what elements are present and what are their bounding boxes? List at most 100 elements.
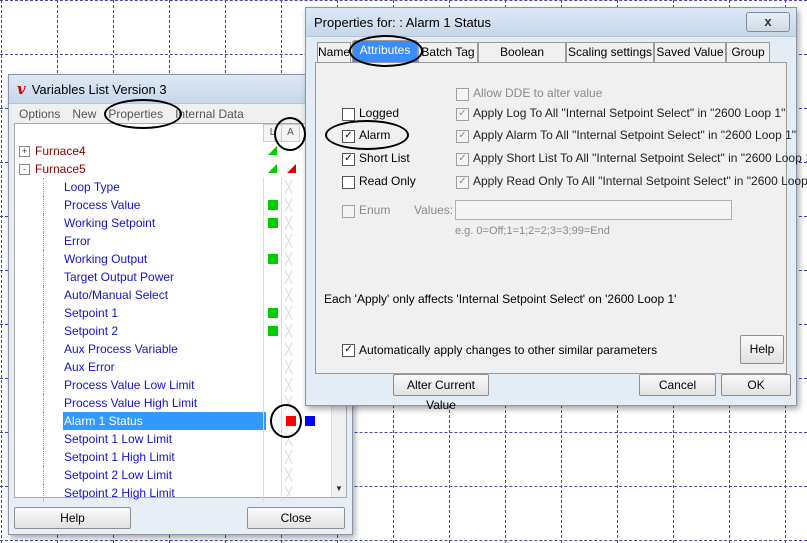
alarm-cell[interactable]: ╳ <box>281 358 299 376</box>
logged-cell[interactable] <box>263 376 281 394</box>
allow-dde-checkbox[interactable] <box>456 88 469 101</box>
unset-x-icon: ╳ <box>285 378 293 392</box>
logged-cell[interactable] <box>263 358 281 376</box>
logged-cell[interactable] <box>263 196 281 214</box>
tree-parent-item[interactable]: - Furnace5 <box>15 160 331 178</box>
help-button[interactable]: Help <box>14 507 131 529</box>
logged-cell[interactable] <box>263 268 281 286</box>
tree-parent-item[interactable]: + Furnace4 <box>15 142 331 160</box>
alarm-cell[interactable]: ╳ <box>281 178 299 196</box>
alarm-cell[interactable]: ╳ <box>281 448 299 466</box>
tree-connector <box>43 394 44 412</box>
tree-item[interactable]: Process Value Low Limit ╳ <box>15 376 331 394</box>
alarm-cell[interactable]: ╳ <box>281 286 299 304</box>
tab-saved-value[interactable]: Saved Value <box>654 42 726 62</box>
attr-label: Read Only <box>359 174 416 188</box>
values-input[interactable] <box>455 200 732 220</box>
ok-button[interactable]: OK <box>721 374 791 396</box>
variables-titlebar[interactable]: v Variables List Version 3 <box>9 75 352 104</box>
close-window-button[interactable]: x <box>746 12 790 32</box>
alter-current-value-button[interactable]: Alter Current Value <box>393 374 489 412</box>
logged-cell[interactable] <box>263 412 281 430</box>
tree-item[interactable]: Alarm 1 Status <box>15 412 331 430</box>
logged-cell[interactable] <box>263 250 281 268</box>
alarm-cell[interactable]: ╳ <box>281 232 299 250</box>
logged-cell[interactable] <box>263 484 281 502</box>
tree-item[interactable]: Setpoint 1 Low Limit ╳ <box>15 430 331 448</box>
tree-item[interactable]: Auto/Manual Select ╳ <box>15 286 331 304</box>
tree-item[interactable]: Process Value ╳ <box>15 196 331 214</box>
alarm-cell[interactable]: ╳ <box>281 322 299 340</box>
tree-item[interactable]: Aux Process Variable ╳ <box>15 340 331 358</box>
tree-item[interactable]: Setpoint 1 High Limit ╳ <box>15 448 331 466</box>
alarm-cell[interactable]: ╳ <box>281 196 299 214</box>
tree-item[interactable]: Process Value High Limit ╳ <box>15 394 331 412</box>
column-header-l[interactable]: L <box>263 124 282 142</box>
scroll-down-icon[interactable]: ▼ <box>335 484 343 493</box>
enum-checkbox[interactable] <box>342 205 355 218</box>
logged-cell[interactable] <box>263 214 281 232</box>
alarm-cell[interactable]: ╳ <box>281 340 299 358</box>
alarm-cell[interactable]: ╳ <box>281 394 299 412</box>
tree-item[interactable]: Setpoint 1 ╳ <box>15 304 331 322</box>
close-button[interactable]: Close <box>247 507 345 529</box>
auto-apply-checkbox[interactable]: ✓ <box>342 344 355 357</box>
tab-attributes[interactable]: Attributes <box>352 40 418 62</box>
tree-item[interactable]: Error ╳ <box>15 232 331 250</box>
alarm-cell[interactable]: ╳ <box>281 376 299 394</box>
alarm-cell[interactable]: ╳ <box>281 304 299 322</box>
menu-options[interactable]: Options <box>13 107 66 121</box>
cancel-button[interactable]: Cancel <box>639 374 716 396</box>
logged-cell[interactable] <box>263 304 281 322</box>
tree-item[interactable]: Target Output Power ╳ <box>15 268 331 286</box>
tab-group[interactable]: Group <box>726 42 770 62</box>
tree-item[interactable]: Loop Type ╳ <box>15 178 331 196</box>
logged-cell[interactable] <box>263 322 281 340</box>
column-header-a[interactable]: A <box>281 124 300 142</box>
logged-cell[interactable] <box>263 466 281 484</box>
logged-cell[interactable] <box>263 178 281 196</box>
tree-item[interactable]: Working Setpoint ╳ <box>15 214 331 232</box>
alarm-cell[interactable]: ╳ <box>281 250 299 268</box>
tree-connector <box>43 214 44 232</box>
attr-checkbox[interactable]: ✓ <box>342 153 355 166</box>
attr-checkbox[interactable] <box>342 108 355 121</box>
collapse-icon[interactable]: - <box>19 164 30 175</box>
alarm-cell[interactable]: ╳ <box>281 466 299 484</box>
apply-checkbox[interactable]: ✓ <box>456 153 469 166</box>
apply-checkbox[interactable]: ✓ <box>456 176 469 189</box>
alarm-cell[interactable] <box>281 412 299 430</box>
apply-checkbox[interactable]: ✓ <box>456 108 469 121</box>
tree-item[interactable]: Setpoint 2 Low Limit ╳ <box>15 466 331 484</box>
tree-item[interactable]: Working Output ╳ <box>15 250 331 268</box>
alarm-cell[interactable]: ╳ <box>281 268 299 286</box>
tree-item[interactable]: Setpoint 2 ╳ <box>15 322 331 340</box>
tab-batch-tag[interactable]: Batch Tag <box>418 42 478 62</box>
menu-internal-data[interactable]: Internal Data <box>169 107 250 121</box>
unset-x-icon: ╳ <box>285 270 293 284</box>
tab-scaling-settings[interactable]: Scaling settings <box>566 42 654 62</box>
tree-item-label: Loop Type <box>64 180 120 194</box>
alarm-cell[interactable]: ╳ <box>281 484 299 502</box>
attr-checkbox[interactable] <box>342 176 355 189</box>
tree-item[interactable]: Setpoint 2 High Limit ╳ <box>15 484 331 502</box>
logged-cell[interactable] <box>263 286 281 304</box>
tab-name[interactable]: Name <box>317 42 351 62</box>
alarm-cell[interactable]: ╳ <box>281 430 299 448</box>
logged-cell[interactable] <box>263 232 281 250</box>
apply-checkbox[interactable]: ✓ <box>456 130 469 143</box>
properties-titlebar[interactable]: Properties for: : Alarm 1 Status x <box>306 8 796 37</box>
logged-cell[interactable] <box>263 340 281 358</box>
logged-cell[interactable] <box>263 430 281 448</box>
tree-item[interactable]: Aux Error ╳ <box>15 358 331 376</box>
tab-boolean-settings[interactable]: Boolean settings <box>478 42 566 78</box>
tree-item-label: Setpoint 1 High Limit <box>64 450 175 464</box>
menu-new[interactable]: New <box>66 107 102 121</box>
attr-checkbox[interactable]: ✓ <box>342 130 355 143</box>
help-button-properties[interactable]: Help <box>740 335 784 364</box>
menu-properties[interactable]: Properties <box>102 107 169 121</box>
logged-cell[interactable] <box>263 394 281 412</box>
alarm-cell[interactable]: ╳ <box>281 214 299 232</box>
expand-icon[interactable]: + <box>19 146 30 157</box>
logged-cell[interactable] <box>263 448 281 466</box>
